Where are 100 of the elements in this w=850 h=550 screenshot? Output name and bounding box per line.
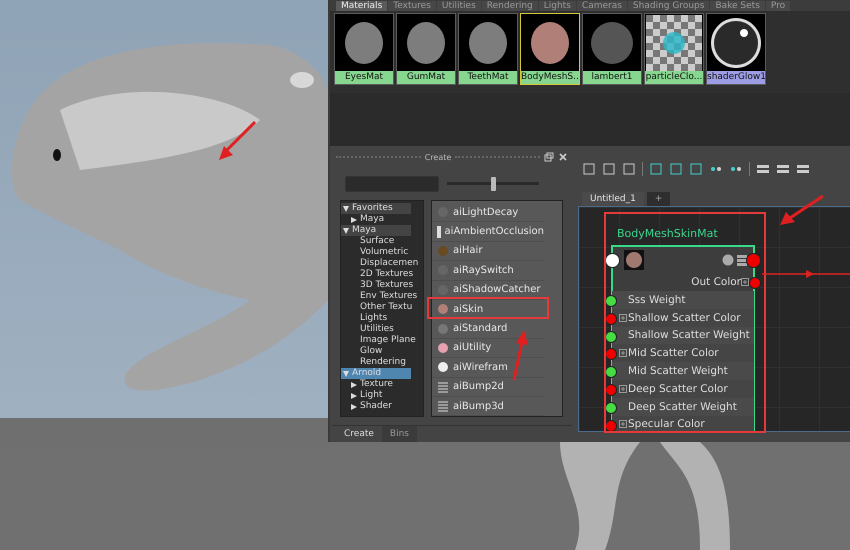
swatch-label: shaderGlow1 [707,71,765,84]
tab[interactable]: Materials [336,1,388,12]
tree-item[interactable]: Maya [341,214,419,225]
node-item[interactable]: aiBump3d [432,396,544,416]
swatch-label: particleClo... [645,71,703,84]
grid-icon[interactable] [669,162,683,176]
tree-item[interactable]: 2D Textures [341,269,419,280]
rows-icon[interactable] [796,162,810,176]
tree-item[interactable]: Displacemen [341,258,419,269]
lines-icon [437,380,449,393]
sphere-icon [437,361,449,374]
tree-item[interactable]: Glow [341,346,419,357]
frame-icon[interactable] [622,162,636,176]
tree-item[interactable]: Env Textures [341,291,419,302]
tree-item[interactable]: Image Plane [341,335,419,346]
input-port[interactable] [605,420,617,432]
sphere-icon [437,244,449,257]
frame-icon[interactable] [602,162,616,176]
input-port[interactable] [605,330,617,343]
material-swatch[interactable]: particleClo... [644,13,704,86]
sphere-swatch-icon [406,20,446,65]
grid-icon[interactable] [649,162,663,176]
input-port[interactable] [605,402,617,414]
attribute-label: Mid Scatter Color [628,347,719,360]
expand-icon[interactable] [619,420,627,428]
sphere-swatch-icon [468,20,508,65]
input-port[interactable] [605,384,617,396]
tree-item[interactable]: Rendering [341,357,419,368]
expand-icon[interactable] [619,349,627,358]
node-item[interactable]: aiShadowCatcher [432,280,544,300]
tab[interactable]: Bins [382,426,417,442]
expand-icon[interactable] [619,384,627,393]
swatch-label: BodyMeshS... [521,71,579,84]
lines-icon [437,400,449,412]
tree-item[interactable]: Surface [341,236,419,247]
tree-item[interactable]: Maya [341,225,411,236]
material-swatch[interactable]: BodyMeshS... [520,13,580,86]
frame-icon[interactable] [582,162,596,176]
panel-title: Create [424,152,452,162]
output-port[interactable] [746,253,761,268]
expand-icon[interactable] [741,278,749,286]
attribute-label: Shallow Scatter Weight [628,329,750,342]
close-icon[interactable] [558,152,568,162]
node-item[interactable]: aiBump2d [432,378,544,397]
output-port[interactable] [749,277,761,289]
tree-item[interactable]: Utilities [341,324,419,335]
collapsed-icon[interactable] [351,216,357,222]
tree-item[interactable]: Volumetric [341,247,419,258]
input-port[interactable] [605,312,617,325]
attribute-label: Specular Color [628,418,705,430]
node-title: BodyMeshSkinMat [617,227,718,240]
tree-item[interactable]: Favorites [341,203,411,214]
expanded-icon[interactable] [343,228,349,234]
slider-thumb[interactable] [491,177,496,191]
material-swatch[interactable]: shaderGlow1 [706,13,766,86]
shader-node[interactable]: Out Color Sss Weight Shallow Scatter Color Shallow Scatter Weight Mid Scatter Color Mid Scatter Weight Deep Scatter Color Deep Scatter Weight Specular Color [605,245,761,434]
swatch-label: EyesMat [335,71,393,84]
tree-item[interactable]: Other Textu [341,302,419,313]
attribute-label: Mid Scatter Weight [628,365,728,378]
attribute-label: Shallow Scatter Color [628,312,741,324]
search-field[interactable] [345,176,439,192]
node-item[interactable]: aiRaySwitch [432,261,544,281]
tree-item[interactable]: 3D Textures [341,280,419,291]
tree-item[interactable]: Texture [341,379,419,390]
checker-swatch-icon [646,14,702,71]
node-item[interactable]: aiLightDecay [432,203,544,222]
tab[interactable]: Untitled_1 [582,192,644,206]
sphere-icon [437,284,449,296]
input-port[interactable] [605,253,620,268]
material-swatch[interactable]: GumMat [396,13,456,86]
attribute-label: Sss Weight [628,294,686,306]
node-item[interactable]: aiHair [432,242,544,262]
tree-item[interactable]: Lights [341,313,419,324]
node-options-icon[interactable] [722,254,748,266]
add-tab[interactable]: + [646,192,670,206]
rows-icon[interactable] [756,162,770,176]
grid-icon[interactable] [689,162,703,176]
material-swatch[interactable]: EyesMat [334,13,394,86]
material-swatch[interactable]: lambert1 [582,13,642,86]
sphere-swatch-icon [530,20,570,65]
node-item[interactable]: aiSkin [432,300,544,320]
float-icon[interactable] [544,152,554,162]
sphere-icon [437,342,449,354]
input-port[interactable] [605,366,617,378]
sphere-swatch-icon [590,20,634,65]
swatch-label: GumMat [397,71,455,84]
node-item[interactable]: aiAmbientOcclusion [432,222,544,242]
attribute-label: Deep Scatter Color [628,382,728,395]
node-item[interactable]: aiWirefram [432,358,544,378]
tree-item[interactable]: Shader [341,401,419,412]
tree-item[interactable]: Light [341,390,419,401]
sphere-icon [437,322,449,335]
sphere-icon [437,303,449,316]
expand-icon[interactable] [619,314,627,322]
input-port[interactable] [605,295,617,307]
expanded-icon[interactable] [343,206,349,212]
annotation-arrow [780,194,824,225]
rows-icon[interactable] [776,162,790,176]
material-swatch[interactable]: TeethMat [458,13,518,86]
input-port[interactable] [605,348,617,360]
